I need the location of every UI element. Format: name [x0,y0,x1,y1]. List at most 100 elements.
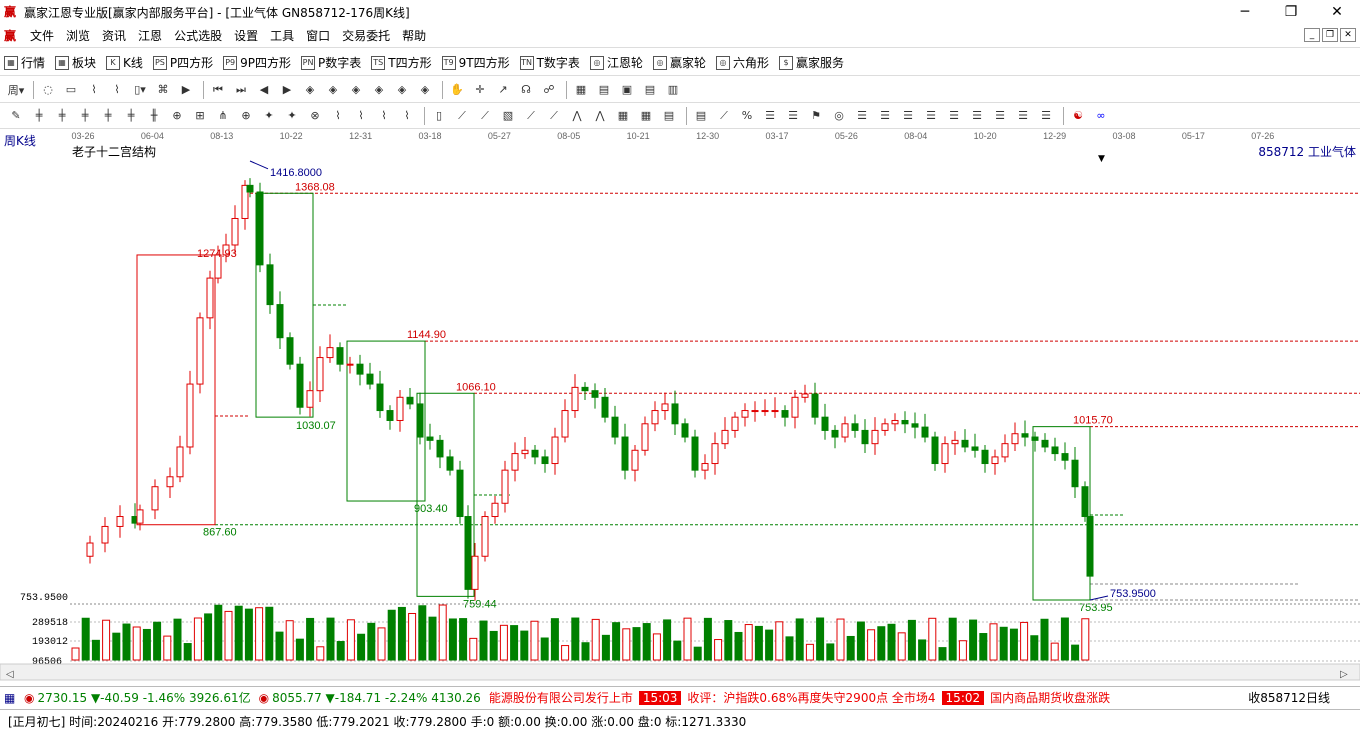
diamond-icon[interactable]: ◈ [415,80,435,100]
mdi-minimize-button[interactable]: _ [1304,28,1320,42]
tool-icon[interactable]: ☰ [921,106,941,126]
menu-gann[interactable]: 江恩 [132,27,168,44]
toolbar-item-winner-wheel[interactable]: ◎ 赢家轮 [652,54,706,71]
tool-icon[interactable]: ☰ [783,106,803,126]
tool-icon[interactable]: ⌇ [351,106,371,126]
first-icon[interactable]: ⏮ [208,80,228,100]
tool-icon[interactable]: ✦ [259,106,279,126]
tool-icon[interactable]: ⌇ [328,106,348,126]
toolbar-item-pn[interactable]: PN P数字表 [301,54,361,71]
tool-icon[interactable]: ╪ [29,106,49,126]
tool-icon[interactable]: ▤ [691,106,711,126]
news-item[interactable]: 国内商品期货收盘涨跌 [990,689,1110,706]
save-icon[interactable]: ▣ [617,80,637,100]
right-label[interactable]: 收858712日线 [1242,689,1330,706]
tool-icon[interactable]: ⋔ [213,106,233,126]
toolbar-item-p9[interactable]: P9 9P四方形 [223,54,291,71]
tool-icon[interactable]: ⟋ [452,106,472,126]
toolbar-item-kline[interactable]: K K线 [106,54,143,71]
menu-window[interactable]: 窗口 [300,27,336,44]
tool-icon[interactable]: ⌘ [153,80,173,100]
tool-icon[interactable]: ▶ [176,80,196,100]
tool-icon[interactable]: ☊ [516,80,536,100]
toolbar-item-dollar[interactable]: $ 赢家服务 [778,54,844,71]
menu-settings[interactable]: 设置 [228,27,264,44]
tool-icon[interactable]: ☰ [898,106,918,126]
menu-browse[interactable]: 浏览 [60,27,96,44]
toolbar-item-tn[interactable]: TN T数字表 [519,54,580,71]
menu-help[interactable]: 帮助 [396,27,432,44]
tool-icon[interactable]: ⌇ [397,106,417,126]
diamond-icon[interactable]: ◈ [323,80,343,100]
menu-tools[interactable]: 工具 [264,27,300,44]
percent-icon[interactable]: % [737,106,757,126]
next-icon[interactable]: ▶ [277,80,297,100]
tool-icon[interactable]: ⟋ [475,106,495,126]
pen-icon[interactable]: ✎ [6,106,26,126]
tool-icon[interactable]: ⋀ [590,106,610,126]
period-select-button[interactable]: 周▾ [6,80,26,100]
tool-icon[interactable]: ▯▾ [130,80,150,100]
menu-trade[interactable]: 交易委托 [336,27,396,44]
tool-icon[interactable]: ▭ [61,80,81,100]
maximize-button[interactable]: ❐ [1268,0,1314,24]
mdi-restore-button[interactable]: ❐ [1322,28,1338,42]
tool-icon[interactable]: ▦ [613,106,633,126]
tool-icon[interactable]: ☰ [1013,106,1033,126]
tool-icon[interactable]: ╪ [75,106,95,126]
tool-icon[interactable]: ◎ [829,106,849,126]
grid-icon[interactable]: ▦ [4,691,20,705]
prev-icon[interactable]: ◀ [254,80,274,100]
tool-icon[interactable]: ⊞ [190,106,210,126]
toolbar-item-ps[interactable]: PS P四方形 [152,54,213,71]
tool-icon[interactable]: ✦ [282,106,302,126]
tool-icon[interactable]: ⊕ [167,106,187,126]
news-item[interactable]: 收评：沪指跌0.68%再度失守2900点 全市场4 [687,689,935,706]
menu-formula[interactable]: 公式选股 [168,27,228,44]
crosshair-icon[interactable]: ✛ [470,80,490,100]
sh-index[interactable]: ◉ 2730.15 ▼-40.59 -1.46% 3926.61亿 [24,689,251,706]
tool-icon[interactable]: ▦ [636,106,656,126]
tool-icon[interactable]: ⌇ [84,80,104,100]
tool-icon[interactable]: ☰ [990,106,1010,126]
tool-icon[interactable]: ☰ [944,106,964,126]
infinity-icon[interactable]: ∞ [1091,106,1111,126]
tool-icon[interactable]: ╫ [144,106,164,126]
tool-icon[interactable]: ⟋ [544,106,564,126]
print-icon[interactable]: ▤ [640,80,660,100]
tool-icon[interactable]: ⋀ [567,106,587,126]
sz-index[interactable]: ◉ 8055.77 ▼-184.71 -2.24% 4130.26 [259,691,481,705]
tool-icon[interactable]: ⊕ [236,106,256,126]
close-button[interactable]: ✕ [1314,0,1360,24]
tool-icon[interactable]: ↗ [493,80,513,100]
menu-file[interactable]: 文件 [24,27,60,44]
tool-icon[interactable]: ⚑ [806,106,826,126]
taiji-icon[interactable]: ☯ [1068,106,1088,126]
tool-icon[interactable]: ⌇ [374,106,394,126]
tool-icon[interactable]: ☰ [1036,106,1056,126]
diamond-icon[interactable]: ◈ [346,80,366,100]
last-icon[interactable]: ⏭ [231,80,251,100]
toolbar-item-hexagon[interactable]: ◎ 六角形 [715,54,769,71]
tool-icon[interactable]: ╪ [52,106,72,126]
minimize-button[interactable]: ─ [1222,0,1268,24]
tool-icon[interactable]: ☰ [852,106,872,126]
print-preview-icon[interactable]: ▥ [663,80,683,100]
tool-icon[interactable]: ▯ [429,106,449,126]
tool-icon[interactable]: ☍ [539,80,559,100]
diamond-icon[interactable]: ◈ [369,80,389,100]
news-item[interactable]: 能源股份有限公司发行上市 [489,689,633,706]
tool-icon[interactable]: ⟋ [521,106,541,126]
mdi-close-button[interactable]: ✕ [1340,28,1356,42]
tool-icon[interactable]: ☰ [967,106,987,126]
calendar-icon[interactable]: ▦ [571,80,591,100]
tool-icon[interactable]: ☰ [875,106,895,126]
tool-icon[interactable]: ⌇ [107,80,127,100]
calculator-icon[interactable]: ▤ [594,80,614,100]
toolbar-item-t9[interactable]: T9 9T四方形 [441,54,510,71]
diamond-icon[interactable]: ◈ [392,80,412,100]
diamond-icon[interactable]: ◈ [300,80,320,100]
tool-icon[interactable]: ⟋ [714,106,734,126]
tool-icon[interactable]: ╪ [98,106,118,126]
toolbar-item-grid[interactable]: ▦ 行情 [4,54,45,71]
